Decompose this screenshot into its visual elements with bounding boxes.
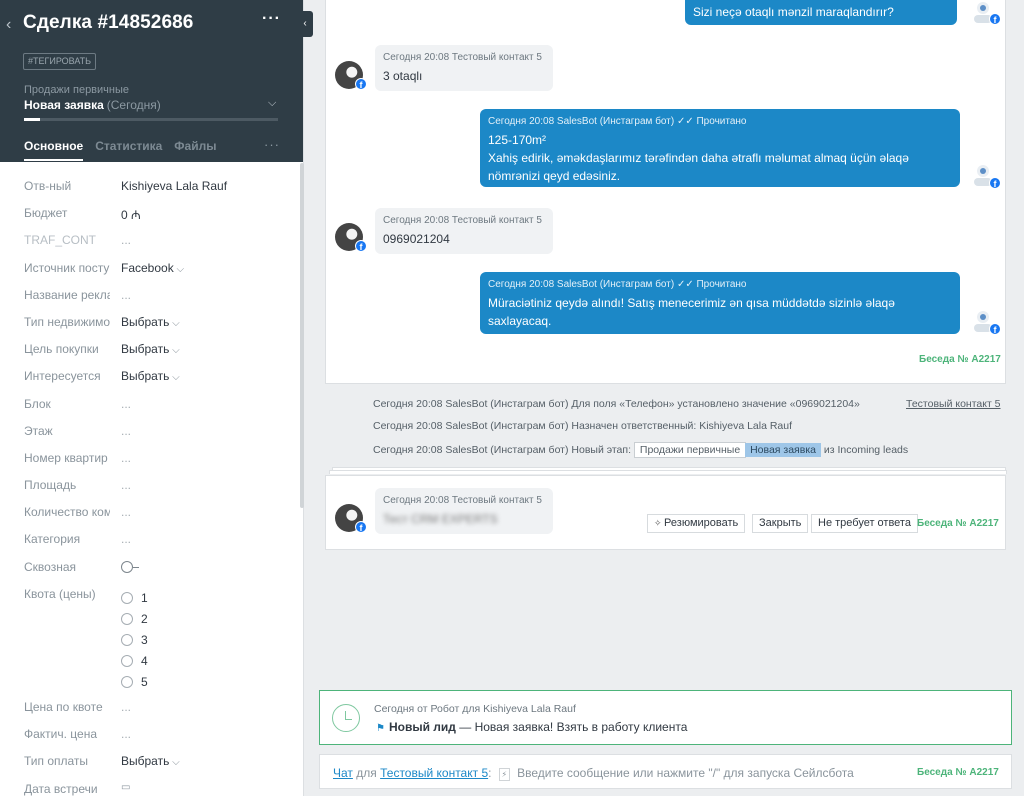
tab-main[interactable]: Основное xyxy=(24,139,84,161)
field-area: Площадь... xyxy=(24,478,132,493)
field-traf-cont: TRAF_CONT... xyxy=(24,233,132,248)
facebook-icon: f xyxy=(355,521,367,533)
field-actual-price: Фактич. цена... xyxy=(24,727,132,742)
message-incoming: Сегодня 20:08 Тестовый контакт 5 3 otaql… xyxy=(375,45,553,91)
pipeline-name: Продажи первичные xyxy=(24,84,130,96)
radio-option[interactable]: 3 xyxy=(121,629,148,650)
tag-button[interactable]: #ТЕГИРОВАТЬ xyxy=(23,53,97,70)
salesbot-icon[interactable]: ⚡ xyxy=(498,768,510,781)
field-apartment-number: Номер квартир... xyxy=(24,450,132,465)
field-quota-price: Цена по квоте... xyxy=(24,700,132,714)
recipient-link[interactable]: Тестовый контакт 5 xyxy=(380,766,488,780)
back-chevron-icon[interactable]: ‹ xyxy=(6,16,11,34)
message-incoming: Сегодня 20:08 Тестовый контакт 5 0969021… xyxy=(375,208,553,254)
more-options-icon[interactable]: ··· xyxy=(262,10,281,28)
field-meeting-date: Дата встречи ▭ xyxy=(24,781,131,796)
stage-name: Новая заявка xyxy=(24,98,104,112)
system-event: Сегодня 20:08 SalesBot (Инстаграм бот) Д… xyxy=(373,398,860,410)
stage-selector[interactable]: Новая заявка (Сегодня) xyxy=(24,98,161,112)
stage-date: (Сегодня) xyxy=(106,98,161,112)
system-event: Сегодня 20:08 SalesBot (Инстаграм бот) Н… xyxy=(373,420,793,432)
message-input[interactable]: Введите сообщение или нажмите "/" для за… xyxy=(517,766,854,780)
no-reply-button[interactable]: Не требует ответа xyxy=(811,514,918,533)
flag-icon: ⚑ xyxy=(376,723,385,734)
facebook-icon: f xyxy=(355,240,367,252)
message-composer[interactable]: Чат для Тестовый контакт 5: ⚡ Введите со… xyxy=(319,754,1012,789)
stage-chip: Новая заявка xyxy=(745,443,821,457)
chat-card: Sizi neçə otaqlı mənzil maraqlandırır? f… xyxy=(325,0,1006,384)
radio-option[interactable]: 2 xyxy=(121,608,148,629)
radio-option[interactable]: 1 xyxy=(121,587,148,608)
radio-option[interactable]: 4 xyxy=(121,650,148,671)
field-interested-in: Интересуется Выбрать xyxy=(0,362,300,389)
close-button[interactable]: Закрыть xyxy=(752,514,809,533)
task-text: ⚑ Новый лид — Новая заявка! Взять в работ… xyxy=(376,720,688,734)
source-select[interactable]: Facebook xyxy=(121,261,184,275)
tab-statistics[interactable]: Статистика xyxy=(95,139,162,161)
radio-option[interactable]: 5 xyxy=(121,671,148,692)
quota-options: 1 2 3 4 5 xyxy=(121,587,148,692)
field-budget: Бюджет 0 ₼ xyxy=(24,206,141,223)
deal-header: ‹ Сделка #14852686 ··· #ТЕГИРОВАТЬ Прода… xyxy=(0,0,303,162)
task-meta: Сегодня от Робот для Kishiyeva Lala Rauf xyxy=(374,703,576,715)
stack-edge xyxy=(329,470,1007,474)
clock-icon xyxy=(332,704,360,732)
field-block: Блок... xyxy=(24,396,132,411)
tab-files[interactable]: Файлы xyxy=(174,139,216,161)
task-card[interactable]: Сегодня от Робот для Kishiyeva Lala Rauf… xyxy=(319,690,1012,745)
deal-sidebar: ‹ Сделка #14852686 ··· #ТЕГИРОВАТЬ Прода… xyxy=(0,0,313,796)
deal-tabs: Основное Статистика Файлы xyxy=(24,139,216,161)
system-event: Сегодня 20:08 SalesBot (Инстаграм бот) Н… xyxy=(373,442,909,458)
calendar-icon[interactable]: ▭ xyxy=(121,782,130,793)
facebook-icon: f xyxy=(989,13,1001,25)
sparkle-icon: ✧ xyxy=(654,518,665,528)
conversation-id-link[interactable]: Беседа № A2217 xyxy=(919,354,1001,365)
message-outgoing: Сегодня 20:08 SalesBot (Инстаграм бот) ✓… xyxy=(480,109,960,187)
stage-progress xyxy=(24,118,278,121)
chat-type-link[interactable]: Чат xyxy=(333,766,353,780)
budget-value[interactable]: 0 ₼ xyxy=(121,206,141,223)
deal-fields: Отв-ный Kishiyeva Lala Rauf Бюджет 0 ₼ TRA… xyxy=(0,172,300,607)
responsible-value[interactable]: Kishiyeva Lala Rauf xyxy=(121,179,227,193)
field-payment-type: Тип оплаты Выбрать xyxy=(0,747,300,774)
chevron-down-icon[interactable]: ⌵ xyxy=(268,97,276,110)
tabs-more-icon[interactable]: ··· xyxy=(264,137,280,152)
field-source: Источник посту Facebook xyxy=(0,254,300,281)
field-property-type: Тип недвижимо Выбрать xyxy=(0,308,300,335)
facebook-icon: f xyxy=(355,78,367,90)
message-outgoing: Сегодня 20:08 SalesBot (Инстаграм бот) ✓… xyxy=(480,272,960,334)
pipeline-chip: Продажи первичные xyxy=(633,442,747,458)
message-outgoing: Sizi neçə otaqlı mənzil maraqlandırır? xyxy=(685,0,957,25)
toggle-switch[interactable] xyxy=(121,560,139,574)
deal-fields-bottom: Цена по квоте... Фактич. цена... Тип опл… xyxy=(0,693,300,796)
chat-feed: Sizi neçə otaqlı mənzil maraqlandırır? f… xyxy=(304,0,1024,796)
field-floor: Этаж... xyxy=(24,423,132,438)
field-responsible: Отв-ный Kishiyeva Lala Rauf xyxy=(24,179,228,193)
facebook-icon: f xyxy=(989,323,1001,335)
field-ad-name: Название рекла... xyxy=(24,287,132,302)
message-incoming: Сегодня 20:08 Тестовый контакт 5 Тест CR… xyxy=(375,488,553,534)
unanswered-message-card: f Сегодня 20:08 Тестовый контакт 5 Тест … xyxy=(325,475,1006,550)
field-purchase-goal: Цель покупки Выбрать xyxy=(0,335,300,362)
field-category: Категория... xyxy=(24,532,132,547)
contact-link[interactable]: Тестовый контакт 5 xyxy=(906,398,1001,410)
summarize-button[interactable]: ✧ Резюмировать xyxy=(647,514,746,533)
facebook-icon: f xyxy=(989,177,1001,189)
deal-title[interactable]: Сделка #14852686 xyxy=(23,12,193,34)
conversation-id-link[interactable]: Беседа № A2217 xyxy=(917,767,999,778)
field-room-count: Количество ком... xyxy=(24,505,132,520)
conversation-id-link[interactable]: Беседа № A2217 xyxy=(917,518,999,529)
field-end-to-end: Сквозная xyxy=(0,553,300,580)
field-quota: Квота (цены) xyxy=(24,586,96,601)
